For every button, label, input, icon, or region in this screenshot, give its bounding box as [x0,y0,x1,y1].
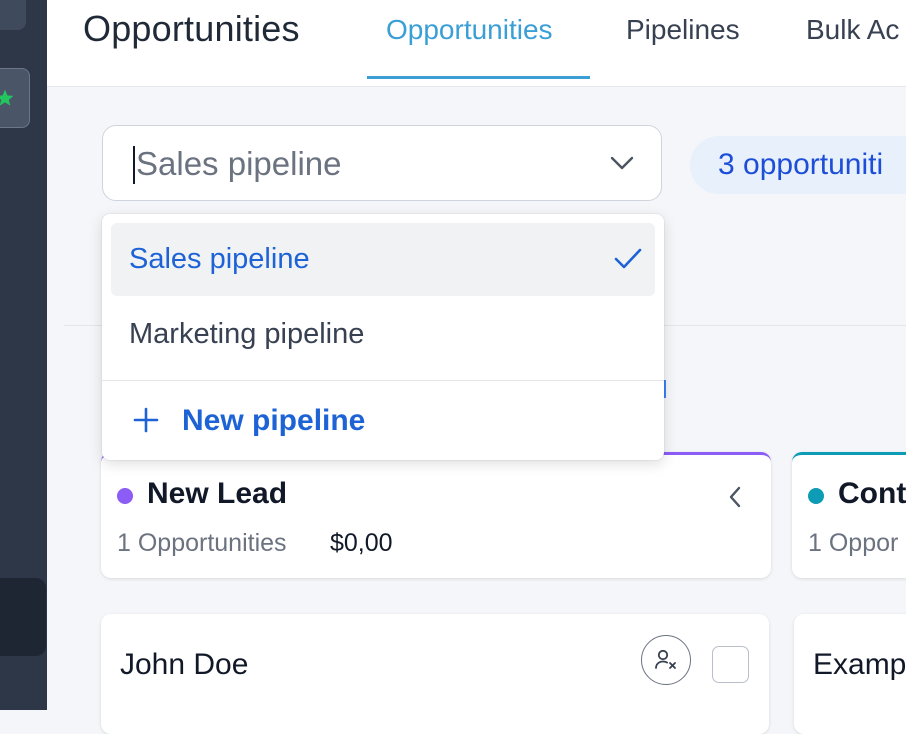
stage-name: New Lead [147,477,288,510]
rail-star-item[interactable] [0,68,30,128]
text-cursor [133,146,135,184]
menu-divider [102,380,664,381]
stage-name: Cont [838,477,906,510]
chevron-left-icon[interactable] [727,485,743,509]
opportunity-card[interactable]: John Doe [101,614,769,734]
app-sidebar-rail [0,0,47,710]
menu-option-marketing-pipeline[interactable]: Marketing pipeline [111,298,655,371]
rail-nav-item[interactable] [0,0,26,30]
new-pipeline-button[interactable]: New pipeline [102,382,664,460]
opportunity-count-text: 3 opportuniti [718,148,884,181]
stage-count: 1 Oppor [808,529,899,557]
menu-option-sales-pipeline[interactable]: Sales pipeline [111,223,655,296]
star-icon [0,89,14,106]
plus-icon [133,407,159,433]
pipeline-select[interactable]: Sales pipeline [102,125,662,201]
stage-column-header: Cont 1 Oppor [792,452,906,578]
stage-amount: $0,00 [330,529,393,557]
opportunity-count-badge: 3 opportuniti [690,136,906,194]
stage-color-dot [117,488,133,504]
page-header: Opportunities Opportunities Pipelines Bu… [47,0,906,87]
stage-count: 1 Opportunities [117,529,287,557]
rail-account-block[interactable] [0,578,46,656]
stage-column-header: New Lead 1 Opportunities $0,00 [101,452,771,578]
select-checkbox[interactable] [712,646,749,683]
tab-opportunities[interactable]: Opportunities [386,14,553,46]
opportunity-card[interactable]: Examp [794,614,906,734]
chevron-down-icon [610,156,634,170]
option-label: Sales pipeline [129,243,310,275]
unassigned-user-button[interactable] [641,635,691,685]
pipeline-dropdown-menu: Sales pipeline Marketing pipeline New pi… [102,214,664,460]
stage-color-dot [808,488,824,504]
user-unassigned-icon [655,649,676,669]
opportunity-name: Examp [813,648,906,681]
new-pipeline-label: New pipeline [182,404,366,437]
opportunity-name: John Doe [120,648,249,681]
active-tab-indicator [367,76,590,79]
pipeline-select-value: Sales pipeline [136,145,342,182]
tab-pipelines[interactable]: Pipelines [626,14,740,46]
option-label: Marketing pipeline [129,318,365,350]
page-title: Opportunities [83,8,300,49]
check-icon [614,248,642,269]
tab-bulk-actions[interactable]: Bulk Ac [806,14,899,46]
